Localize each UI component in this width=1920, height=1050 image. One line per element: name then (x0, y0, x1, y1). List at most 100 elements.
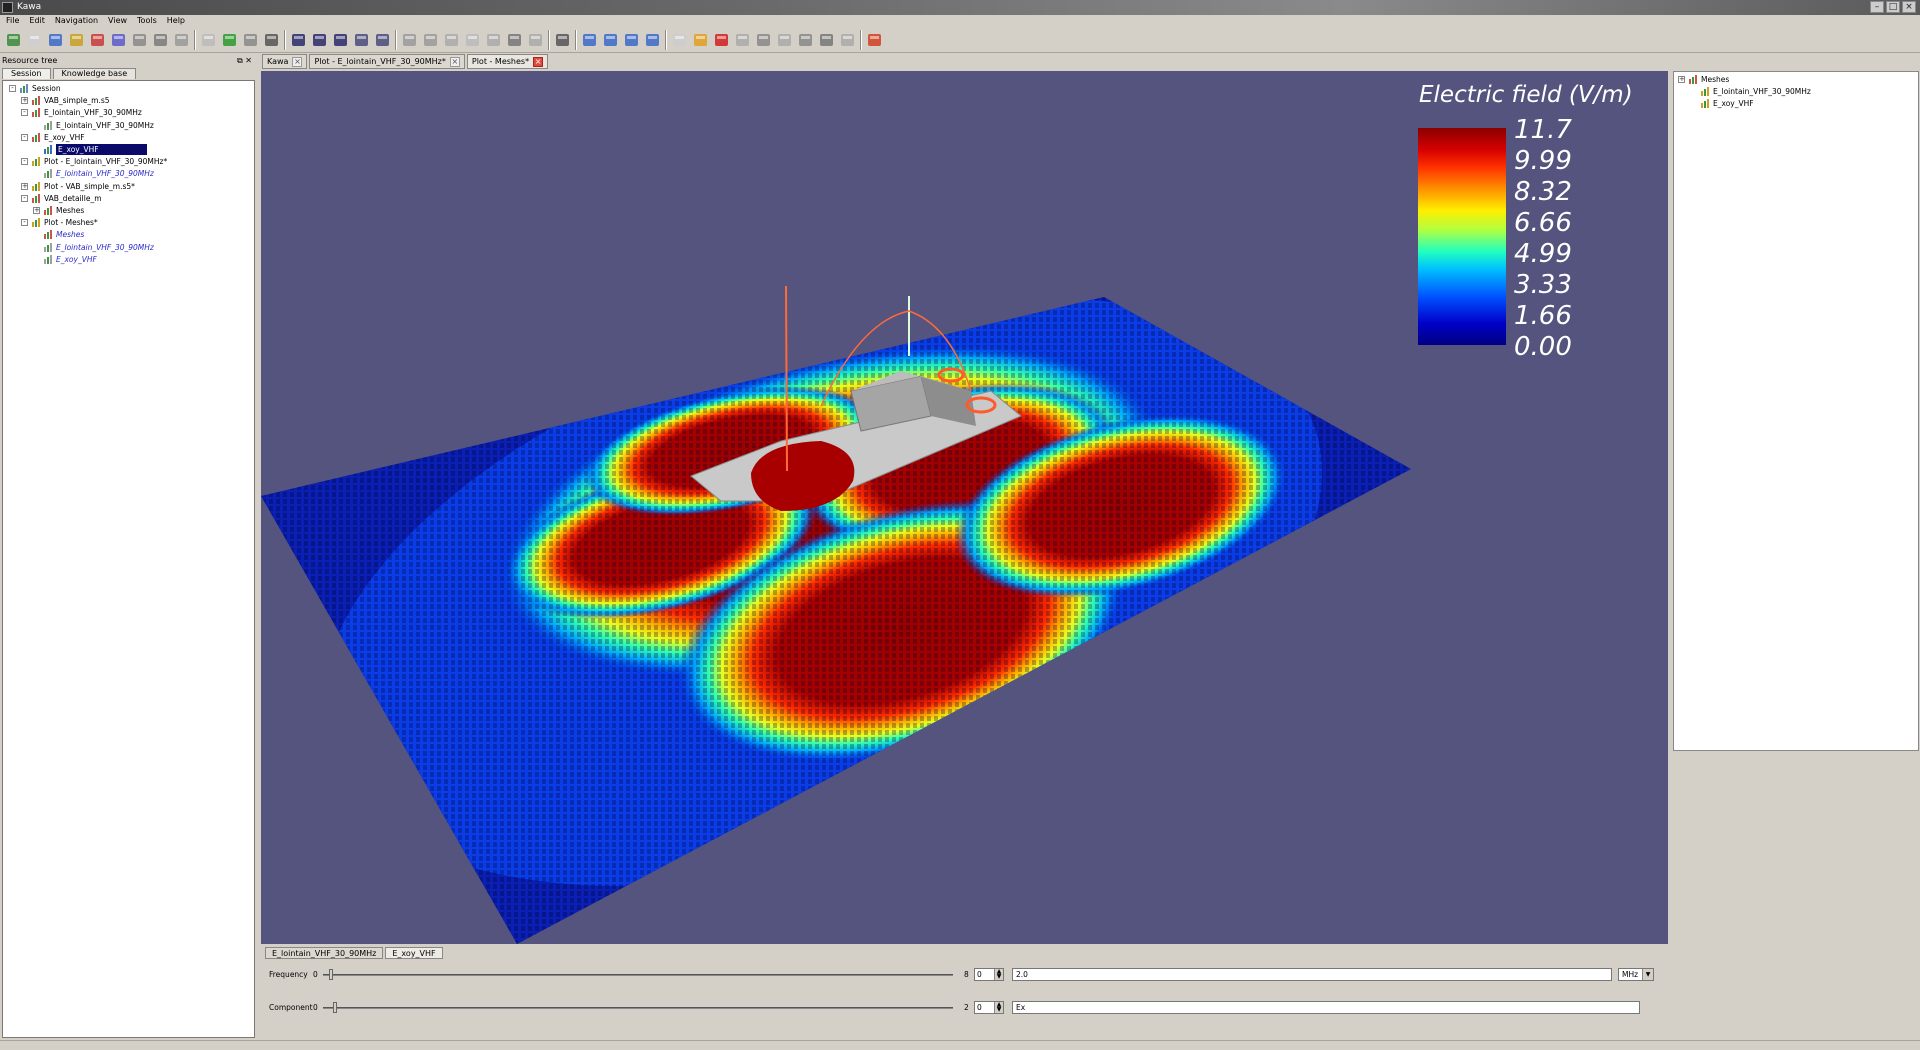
close-tab-icon[interactable]: × (533, 56, 544, 67)
close-x-icon[interactable] (712, 31, 731, 49)
tree-node[interactable]: E_xoy_VHF (33, 144, 147, 155)
component-value-field[interactable]: Ex (1012, 1001, 1640, 1014)
download-icon[interactable] (220, 31, 239, 49)
chevron-down-icon[interactable]: ▼ (1642, 969, 1653, 980)
blank-icon[interactable] (25, 31, 44, 49)
tab-plot-e-lointain[interactable]: Plot - E_lointain_VHF_30_90MHz* × (309, 54, 465, 69)
lifebuoy-icon[interactable] (865, 31, 884, 49)
float-icon[interactable]: ⧉ (237, 56, 243, 65)
tree-node[interactable]: Meshes (33, 229, 84, 240)
pointer-icon[interactable] (442, 31, 461, 49)
tree-node[interactable]: + Meshes (33, 205, 84, 216)
close-tab-icon[interactable]: × (292, 56, 303, 67)
collapse-icon[interactable]: - (21, 194, 28, 202)
mesh-icon[interactable] (130, 31, 149, 49)
frequency-value-field[interactable]: 2.0 (1012, 968, 1612, 981)
pdf-icon[interactable] (88, 31, 107, 49)
document-d-icon[interactable] (241, 31, 260, 49)
redo-icon[interactable] (421, 31, 440, 49)
tree-node[interactable]: + VAB_simple_m.s5 (21, 95, 110, 106)
copy-icon[interactable] (463, 31, 482, 49)
save-all-icon[interactable] (331, 31, 350, 49)
measure-icon[interactable] (580, 31, 599, 49)
restore-icon[interactable]: □ (1886, 1, 1900, 13)
menu-tools[interactable]: Tools (137, 15, 157, 27)
cube-icon[interactable] (172, 31, 191, 49)
expand-icon[interactable]: + (1678, 76, 1685, 83)
database-icon[interactable] (151, 31, 170, 49)
tree-node[interactable]: - Session (9, 83, 61, 94)
collapse-icon[interactable]: - (21, 133, 28, 141)
tree-node[interactable]: - VAB_detaille_m (21, 193, 102, 204)
component-slider-handle[interactable] (333, 1002, 337, 1013)
component-slider[interactable] (323, 1007, 953, 1009)
stop-icon[interactable] (505, 31, 524, 49)
minus-icon[interactable] (796, 31, 815, 49)
save-icon[interactable] (289, 31, 308, 49)
zoom-in-icon[interactable] (601, 31, 620, 49)
expand-icon[interactable]: + (21, 97, 28, 105)
paste-icon[interactable] (484, 31, 503, 49)
layers-icon[interactable] (733, 31, 752, 49)
frequency-index-spinbox[interactable]: 0 ▲ ▼ (974, 968, 1004, 981)
menu-view[interactable]: View (108, 15, 127, 27)
zoom-out-icon[interactable] (643, 31, 662, 49)
frame-icon[interactable] (670, 31, 689, 49)
tab-e-lointain[interactable]: E_lointain_VHF_30_90MHz (265, 947, 384, 959)
expand-icon[interactable]: + (21, 182, 28, 190)
menu-navigation[interactable]: Navigation (55, 15, 98, 27)
star-icon[interactable] (838, 31, 857, 49)
up-arrow-icon[interactable] (775, 31, 794, 49)
tree-node[interactable]: E_lointain_VHF_30_90MHz (33, 168, 154, 179)
bar-chart-icon[interactable] (67, 31, 86, 49)
close-panel-icon[interactable]: ✕ (245, 56, 252, 65)
undo-icon[interactable] (400, 31, 419, 49)
zoom-fit-icon[interactable] (622, 31, 641, 49)
down-arrow-icon[interactable] (817, 31, 836, 49)
save-as-icon[interactable] (310, 31, 329, 49)
menu-file[interactable]: File (6, 15, 19, 27)
tab-kawa[interactable]: Kawa × (262, 54, 308, 69)
tree-node[interactable]: E_lointain_VHF_30_90MHz (1690, 86, 1811, 97)
link-icon[interactable] (109, 31, 128, 49)
tree-node[interactable]: E_xoy_VHF (33, 254, 97, 265)
frequency-slider-handle[interactable] (329, 969, 333, 980)
tab-session[interactable]: Session (2, 68, 51, 79)
pipe-icon[interactable] (526, 31, 545, 49)
tree-node[interactable]: - Plot - E_lointain_VHF_30_90MHz* (21, 156, 167, 167)
frequency-slider[interactable] (323, 974, 953, 976)
spin-arrows-icon[interactable]: ▲ ▼ (994, 1002, 1003, 1013)
collapse-icon[interactable]: - (21, 158, 28, 166)
tab-plot-meshes[interactable]: Plot - Meshes* × (466, 54, 549, 69)
component-index-spinbox[interactable]: 0 ▲ ▼ (974, 1001, 1004, 1014)
tab-e-xoy[interactable]: E_xoy_VHF (385, 947, 443, 959)
collapse-icon[interactable]: - (21, 219, 28, 227)
tree-node[interactable]: E_lointain_VHF_30_90MHz (33, 242, 154, 253)
menu-edit[interactable]: Edit (29, 15, 45, 27)
tree-node[interactable]: - Plot - Meshes* (21, 217, 98, 228)
minimize-icon[interactable]: – (1870, 1, 1884, 13)
delete-icon[interactable] (262, 31, 281, 49)
tree-node[interactable]: E_xoy_VHF (1690, 98, 1754, 109)
image-icon[interactable] (46, 31, 65, 49)
tree-node[interactable]: E_lointain_VHF_30_90MHz (33, 120, 154, 131)
document-icon[interactable] (199, 31, 218, 49)
tab-knowledge-base[interactable]: Knowledge base (52, 68, 137, 79)
spin-arrows-icon[interactable]: ▲ ▼ (994, 969, 1003, 980)
3d-viewport[interactable]: Electric field (V/m) 11.7 9.99 8.32 6.66… (261, 71, 1668, 944)
collapse-icon[interactable]: - (9, 85, 16, 92)
close-icon[interactable]: × (1902, 1, 1916, 13)
tree-node[interactable]: - E_xoy_VHF (21, 132, 85, 143)
menu-help[interactable]: Help (167, 15, 185, 27)
close-tab-icon[interactable]: × (449, 56, 460, 67)
tree-node[interactable]: + Meshes (1678, 74, 1729, 85)
add-icon[interactable] (754, 31, 773, 49)
new-session-icon[interactable] (4, 31, 23, 49)
home-icon[interactable] (553, 31, 572, 49)
tree-node[interactable]: + Plot - VAB_simple_m.s5* (21, 181, 135, 192)
tree-node[interactable]: - E_lointain_VHF_30_90MHz (21, 107, 142, 118)
folder-icon[interactable] (691, 31, 710, 49)
expand-icon[interactable]: + (33, 207, 40, 214)
collapse-icon[interactable]: - (21, 109, 28, 117)
save-d-icon[interactable] (373, 31, 392, 49)
